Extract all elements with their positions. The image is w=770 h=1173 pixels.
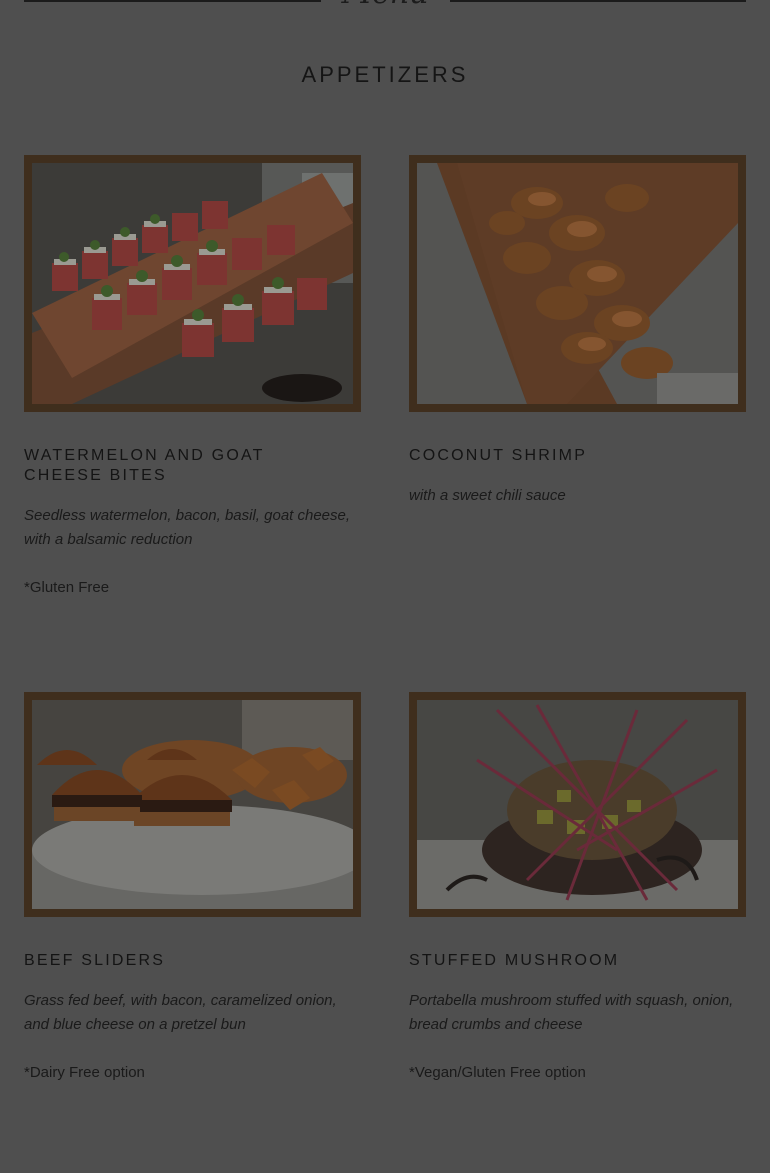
- photo-frame: [409, 692, 746, 917]
- menu-item-card: WATERMELON AND GOAT CHEESE BITES Seedles…: [24, 155, 361, 600]
- item-description: Portabella mushroom stuffed with squash,…: [409, 992, 734, 1033]
- item-description: Seedless watermelon, bacon, basil, goat …: [24, 507, 351, 548]
- photo-frame: [24, 155, 361, 412]
- stuffed-mushroom-photo: [417, 700, 738, 909]
- item-description: Grass fed beef, with bacon, caramelized …: [24, 992, 337, 1033]
- menu-item-card: STUFFED MUSHROOM Portabella mushroom stu…: [409, 692, 746, 1085]
- menu-page: Menu APPETIZERS: [0, 0, 770, 1173]
- section-title: APPETIZERS: [301, 62, 469, 87]
- item-dietary-note: *Vegan/Gluten Free option: [409, 1064, 586, 1081]
- coconut-shrimp-photo: [417, 163, 738, 404]
- item-name: WATERMELON AND GOAT CHEESE BITES: [24, 447, 265, 484]
- item-dietary-note: *Gluten Free: [24, 579, 110, 596]
- item-name: STUFFED MUSHROOM: [409, 952, 620, 969]
- item-name: BEEF SLIDERS: [24, 952, 166, 969]
- beef-sliders-photo: [32, 700, 353, 909]
- watermelon-goat-cheese-bites-photo: [32, 163, 353, 404]
- photo-frame: [409, 155, 746, 412]
- photo-frame: [24, 692, 361, 917]
- header-rule-right: [450, 0, 746, 2]
- menu-header: Menu: [0, 0, 770, 20]
- menu-item-card: BEEF SLIDERS Grass fed beef, with bacon,…: [24, 692, 361, 1085]
- item-name: COCONUT SHRIMP: [409, 447, 588, 464]
- item-dietary-note: *Dairy Free option: [24, 1064, 145, 1081]
- menu-item-card: COCONUT SHRIMP with a sweet chili sauce: [409, 155, 746, 508]
- item-description: with a sweet chili sauce: [409, 487, 566, 504]
- header-rule-left: [24, 0, 321, 2]
- menu-script-title: Menu: [330, 0, 440, 8]
